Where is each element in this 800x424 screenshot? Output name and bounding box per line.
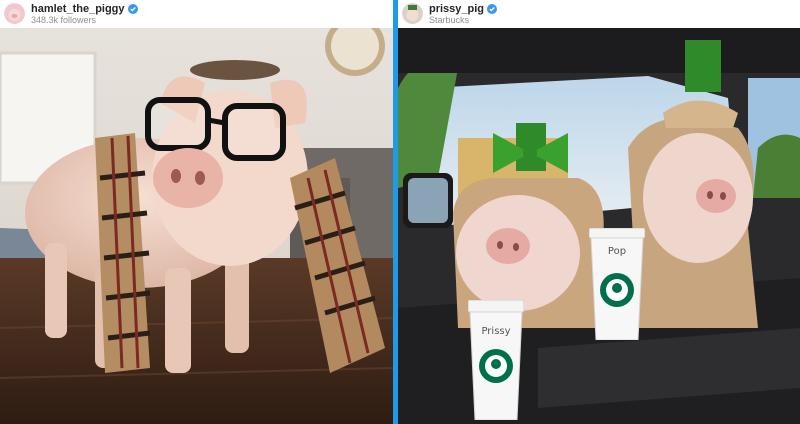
username[interactable]: prissy_pig bbox=[429, 3, 498, 15]
username[interactable]: hamlet_the_piggy bbox=[31, 3, 138, 15]
post-header: prissy_pig Starbucks bbox=[398, 0, 800, 28]
cup-label: Pop bbox=[607, 246, 627, 257]
profile-avatar[interactable] bbox=[4, 3, 25, 24]
post-prissy: prissy_pig Starbucks Pop Prissy bbox=[398, 0, 800, 424]
post-header: hamlet_the_piggy 348.3k followers bbox=[0, 0, 393, 28]
post-hamlet: hamlet_the_piggy 348.3k followers bbox=[0, 0, 393, 424]
pigs-in-car-starbucks-icon bbox=[398, 28, 800, 424]
location-tag[interactable]: Starbucks bbox=[429, 15, 469, 25]
post-photo[interactable] bbox=[0, 28, 393, 424]
verified-badge-icon bbox=[127, 4, 138, 14]
starbucks-cup-pop: Pop bbox=[589, 228, 645, 340]
profile-avatar[interactable] bbox=[402, 3, 423, 24]
post-photo[interactable]: Pop Prissy bbox=[398, 28, 800, 424]
starbucks-cup-prissy: Prissy bbox=[468, 300, 524, 420]
cup-label: Prissy bbox=[481, 326, 511, 337]
follower-count: 348.3k followers bbox=[31, 15, 97, 25]
pig-glasses-scarf-icon bbox=[0, 28, 393, 424]
verified-badge-icon bbox=[487, 4, 498, 14]
